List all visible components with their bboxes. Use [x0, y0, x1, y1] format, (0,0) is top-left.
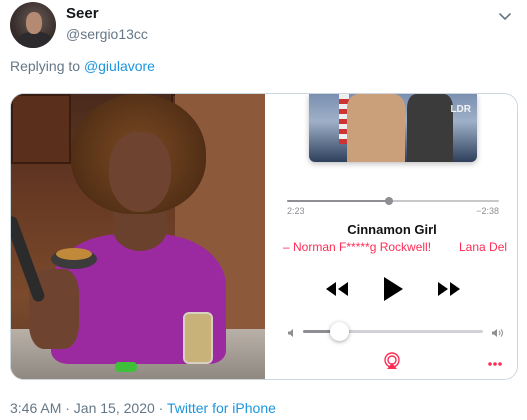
tweet-media[interactable]: LDR 2:23 −2:38 Cinnamon Girl – Norman F*…	[10, 93, 518, 380]
more-icon[interactable]	[487, 356, 503, 374]
avatar[interactable]	[10, 2, 56, 48]
avatar-face	[26, 12, 42, 34]
airplay-icon[interactable]	[383, 352, 401, 375]
progress-scrubber[interactable]	[287, 197, 499, 205]
figure-shape	[407, 94, 453, 162]
display-name[interactable]: Seer	[66, 5, 99, 22]
album-art: LDR	[309, 94, 477, 162]
video-still	[11, 94, 265, 379]
elapsed-time: 2:23	[287, 206, 305, 216]
chevron-down-icon[interactable]	[497, 8, 513, 24]
rewind-icon[interactable]	[319, 274, 355, 304]
spice-jar	[183, 312, 213, 364]
green-lid	[115, 362, 137, 372]
spoon-contents	[56, 248, 92, 260]
fast-forward-icon[interactable]	[431, 274, 467, 304]
figure-shape	[347, 94, 405, 162]
face	[109, 132, 171, 212]
timestamp[interactable]: 3:46 AM · Jan 15, 2020 ·	[10, 400, 167, 416]
progress-knob[interactable]	[384, 197, 393, 205]
album-name: – Norman F*****g Rockwell!	[283, 240, 432, 254]
cabinet	[11, 94, 71, 164]
remaining-time: −2:38	[476, 206, 499, 216]
volume-low-icon	[287, 325, 297, 343]
volume-slider[interactable]	[303, 322, 483, 341]
playback-controls	[265, 274, 517, 304]
volume-high-icon	[491, 325, 505, 343]
music-player: LDR 2:23 −2:38 Cinnamon Girl – Norman F*…	[265, 94, 517, 379]
song-title: Cinnamon Girl	[347, 222, 437, 237]
replying-to-link[interactable]: @giulavore	[84, 58, 155, 74]
tweet-metadata: 3:46 AM · Jan 15, 2020 · Twitter for iPh…	[10, 400, 276, 416]
progress-fill	[287, 200, 389, 202]
user-handle[interactable]: @sergio13cc	[66, 26, 148, 42]
replying-to: Replying to @giulavore	[10, 58, 155, 74]
album-art-lettering: LDR	[450, 104, 471, 115]
artist-name: Lana Del	[459, 240, 508, 254]
avatar-body	[18, 32, 52, 48]
play-icon[interactable]	[375, 274, 411, 304]
replying-to-label: Replying to	[10, 58, 81, 74]
volume-knob[interactable]	[330, 322, 349, 341]
tweet-source[interactable]: Twitter for iPhone	[167, 400, 276, 416]
